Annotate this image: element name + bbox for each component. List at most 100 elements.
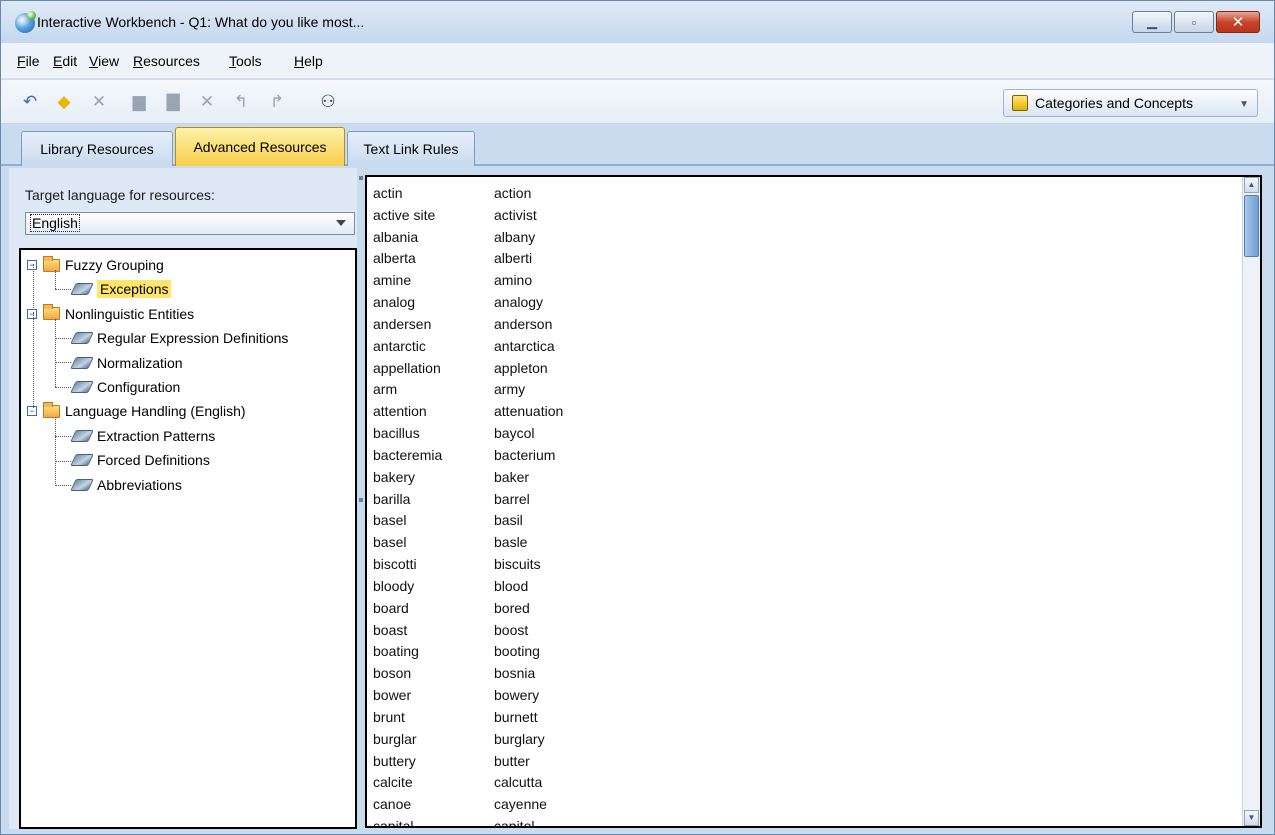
vertical-scrollbar[interactable]: ▲ ▼ — [1242, 177, 1260, 826]
tab-text-link-rules[interactable]: Text Link Rules — [347, 131, 475, 166]
word-right: bowery — [494, 687, 540, 704]
word-pair-row[interactable]: bower bowery — [373, 685, 563, 707]
cut-icon[interactable]: ✕ — [88, 91, 110, 113]
word-pair-row[interactable]: analog analogy — [373, 292, 563, 314]
word-right: antarctica — [494, 337, 555, 354]
word-pair-row[interactable]: arm army — [373, 379, 563, 401]
new-icon[interactable]: ↶ — [19, 91, 41, 113]
exceptions-list[interactable]: actin action active site activist albania alb… — [365, 175, 1262, 828]
word-right: appleton — [494, 359, 548, 376]
word-pair-row[interactable]: boating booting — [373, 641, 563, 663]
word-pair-row[interactable]: antarctic antarctica — [373, 336, 563, 358]
word-pair-row[interactable]: barilla barrel — [373, 489, 563, 511]
word-pair-row[interactable]: basel basil — [373, 510, 563, 532]
tree-folder[interactable]: − Fuzzy Grouping — [27, 254, 164, 276]
word-pair-row[interactable]: bacteremia bacterium — [373, 445, 563, 467]
menu-edit[interactable]: Edit — [53, 53, 77, 69]
tree-item[interactable]: Abbreviations — [70, 474, 182, 496]
word-left: brunt — [373, 708, 405, 725]
tree-item[interactable]: Exceptions — [70, 278, 172, 300]
undo-icon[interactable]: ↰ — [230, 91, 252, 113]
tree-connector — [55, 485, 71, 486]
word-pair-row[interactable]: active site activist — [373, 205, 563, 227]
resource-icon — [70, 283, 94, 296]
resource-icon — [70, 429, 94, 442]
collapse-icon[interactable]: − — [27, 406, 37, 417]
scroll-down-icon[interactable]: ▼ — [1244, 810, 1259, 826]
tree-connector — [33, 312, 34, 408]
word-left: bacteremia — [373, 446, 443, 463]
paste-icon[interactable]: ▇ — [162, 91, 184, 113]
word-pair-row[interactable]: calcite calcutta — [373, 772, 563, 794]
collapse-icon[interactable]: − — [27, 260, 37, 270]
word-right: barrel — [494, 490, 530, 507]
menu-help[interactable]: Help — [294, 53, 323, 69]
menu-view[interactable]: View — [89, 53, 119, 69]
word-left: biscotti — [373, 556, 417, 573]
tab-library-resources[interactable]: Library Resources — [21, 131, 173, 166]
word-pair-row[interactable]: attention attenuation — [373, 401, 563, 423]
word-pair-row[interactable]: biscotti biscuits — [373, 554, 563, 576]
tree-item[interactable]: Configuration — [70, 376, 180, 398]
word-pair-row[interactable]: amine amino — [373, 270, 563, 292]
tree-folder[interactable]: − Nonlinguistic Entities — [27, 303, 194, 325]
word-pair-row[interactable]: bacillus baycol — [373, 423, 563, 445]
tree-item[interactable]: Regular Expression Definitions — [70, 327, 288, 349]
word-pairs: actin action active site activist albania alb… — [373, 183, 563, 826]
close-button[interactable]: ✕ — [1216, 11, 1260, 33]
delete-icon[interactable]: ✕ — [196, 91, 218, 113]
word-pair-row[interactable]: alberta alberti — [373, 248, 563, 270]
redo-icon[interactable]: ↱ — [266, 91, 288, 113]
word-pair-row[interactable]: appellation appleton — [373, 358, 563, 380]
menu-resources[interactable]: Resources — [133, 53, 200, 69]
folder-icon — [43, 401, 60, 418]
tree-folder[interactable]: − Language Handling (English) — [27, 400, 246, 422]
word-pair-row[interactable]: canoe cayenne — [373, 794, 563, 816]
word-pair-row[interactable]: albania albany — [373, 227, 563, 249]
word-left: bakery — [373, 468, 416, 485]
menu-tools[interactable]: Tools — [229, 53, 262, 69]
word-left: calcite — [373, 774, 413, 791]
word-pair-row[interactable]: boast boost — [373, 620, 563, 642]
resource-icon — [70, 332, 94, 345]
word-right: burnett — [494, 708, 538, 725]
word-left: board — [373, 599, 409, 616]
word-pair-row[interactable]: board bored — [373, 598, 563, 620]
tree-item[interactable]: Extraction Patterns — [70, 425, 215, 447]
folder-icon — [43, 304, 60, 321]
word-right: biscuits — [494, 556, 541, 573]
word-right: activist — [494, 206, 537, 223]
find-binoculars-icon[interactable]: ⚇ — [317, 91, 339, 113]
minimize-button[interactable]: ▁ — [1132, 11, 1172, 33]
title-bar[interactable]: Interactive Workbench - Q1: What do you … — [1, 1, 1274, 43]
word-pair-row[interactable]: boson bosnia — [373, 663, 563, 685]
word-right: army — [494, 381, 526, 398]
menu-file[interactable]: File — [17, 53, 40, 69]
word-pair-row[interactable]: capital capitol — [373, 816, 563, 826]
word-left: barilla — [373, 490, 411, 507]
scroll-thumb[interactable] — [1244, 195, 1259, 257]
word-pair-row[interactable]: brunt burnett — [373, 707, 563, 729]
word-pair-row[interactable]: buttery butter — [373, 751, 563, 773]
word-pair-row[interactable]: basel basle — [373, 532, 563, 554]
word-pair-row[interactable]: burglar burglary — [373, 729, 563, 751]
tree-item[interactable]: Forced Definitions — [70, 449, 210, 471]
word-pair-row[interactable]: bakery baker — [373, 467, 563, 489]
tree-item[interactable]: Normalization — [70, 352, 183, 374]
splitter-grip — [359, 498, 363, 502]
collapse-icon[interactable]: − — [27, 308, 37, 319]
word-pair-row[interactable]: andersen anderson — [373, 314, 563, 336]
word-left: attention — [373, 403, 427, 420]
maximize-button[interactable]: ▫ — [1174, 11, 1214, 33]
copy-icon[interactable]: ▆ — [128, 91, 150, 113]
word-left: burglar — [373, 730, 417, 747]
word-pair-row[interactable]: actin action — [373, 183, 563, 205]
language-select[interactable]: English — [25, 212, 355, 235]
tab-advanced-resources[interactable]: Advanced Resources — [175, 127, 345, 166]
word-left: analog — [373, 294, 416, 311]
add-diamond-icon[interactable]: ◆ — [53, 91, 75, 113]
scroll-up-icon[interactable]: ▲ — [1244, 177, 1259, 193]
categories-and-concepts-button[interactable]: Categories and Concepts ▼ — [1003, 89, 1258, 117]
word-pair-row[interactable]: bloody blood — [373, 576, 563, 598]
word-left: basel — [373, 512, 407, 529]
